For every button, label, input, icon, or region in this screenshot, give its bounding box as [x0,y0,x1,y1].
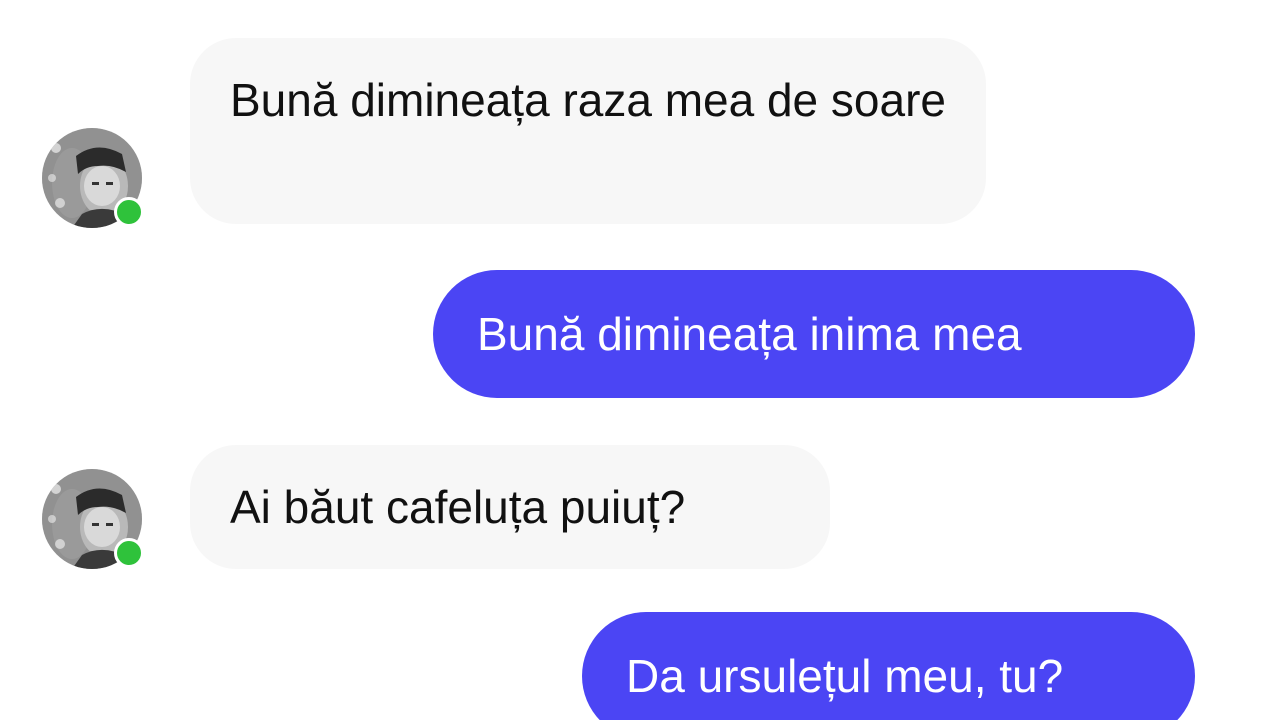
message-text: Ai băut cafeluța puiuț? [230,481,686,533]
outgoing-message-bubble[interactable]: Da ursulețul meu, tu? [582,612,1195,720]
message-text: Bună dimineața inima mea [477,308,1022,360]
contact-avatar[interactable] [42,128,144,228]
online-status-icon [114,197,144,227]
online-status-icon [114,538,144,568]
outgoing-message-bubble[interactable]: Bună dimineața inima mea [433,270,1195,398]
incoming-message-bubble[interactable]: Ai băut cafeluța puiuț? [190,445,830,569]
message-text: Bună dimineața raza mea de soare [230,74,946,126]
message-text: Da ursulețul meu, tu? [626,650,1064,702]
contact-avatar[interactable] [42,469,144,569]
incoming-message-bubble[interactable]: Bună dimineața raza mea de soare [190,38,986,224]
chat-thread: Bună dimineața raza mea de soare Bună di… [0,0,1280,720]
